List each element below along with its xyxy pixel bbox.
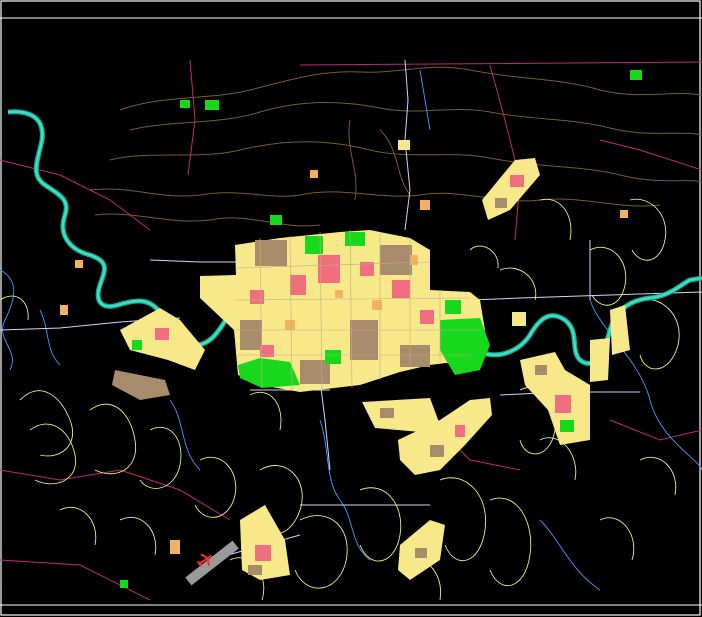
- city-plan-map: [0, 0, 702, 616]
- terrain-contours-north: [89, 66, 702, 227]
- map-canvas: [0, 0, 702, 617]
- airport-runway: [185, 540, 239, 586]
- airport: [185, 540, 239, 586]
- urban-core: [200, 229, 490, 392]
